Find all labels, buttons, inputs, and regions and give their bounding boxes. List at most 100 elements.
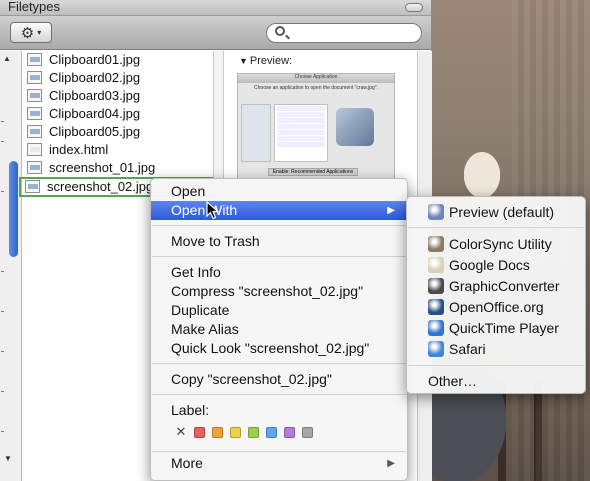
- mouse-cursor-icon: [206, 201, 220, 220]
- app-item-preview[interactable]: Preview (default): [407, 202, 585, 222]
- file-name: index.html: [49, 142, 109, 157]
- action-menu-button[interactable]: ⚙ ▾: [10, 22, 52, 43]
- label-blue-swatch[interactable]: [266, 426, 277, 438]
- list-item[interactable]: Clipboard02.jpg: [23, 69, 213, 87]
- menu-item-label: More: [171, 455, 203, 471]
- list-item[interactable]: Clipboard03.jpg: [23, 87, 213, 105]
- menu-item-get-info[interactable]: Get Info: [151, 263, 407, 282]
- scroll-down-icon[interactable]: ▼: [4, 454, 12, 463]
- preview-heading: ▼ Preview:: [239, 55, 292, 67]
- app-item-colorsync[interactable]: ColorSync Utility: [407, 234, 585, 254]
- quicktime-icon: [428, 320, 444, 336]
- app-name: Safari: [449, 341, 486, 357]
- scroll-up-icon[interactable]: ▲: [3, 54, 11, 63]
- safari-icon: [428, 341, 444, 357]
- list-item[interactable]: Clipboard05.jpg: [23, 123, 213, 141]
- file-name: Clipboard04.jpg: [49, 106, 141, 121]
- scroll-thumb[interactable]: [9, 161, 18, 257]
- chevron-down-icon: ▾: [37, 28, 42, 37]
- label-clear-icon[interactable]: ✕: [175, 424, 187, 440]
- menu-separator: [152, 225, 406, 226]
- list-item[interactable]: Clipboard01.jpg: [23, 51, 213, 69]
- app-item-safari[interactable]: Safari: [407, 339, 585, 359]
- preview-label: Preview:: [249, 55, 293, 67]
- app-name: GraphicConverter: [449, 278, 560, 294]
- app-name: Preview (default): [449, 204, 555, 220]
- label-heading: Label:: [171, 402, 210, 418]
- search-input[interactable]: [266, 23, 422, 43]
- file-name: Clipboard01.jpg: [49, 52, 141, 67]
- app-name: QuickTime Player: [449, 320, 559, 336]
- submenu-arrow-icon: ▶: [387, 458, 395, 469]
- scroll-tick: [1, 431, 4, 432]
- app-name: OpenOffice.org: [449, 299, 544, 315]
- menu-separator: [152, 363, 406, 364]
- label-red-swatch[interactable]: [194, 426, 205, 438]
- scroll-tick: [1, 391, 4, 392]
- menu-item-quick-look[interactable]: Quick Look "screenshot_02.jpg": [151, 339, 407, 358]
- menu-separator: [152, 451, 406, 452]
- menu-item-duplicate[interactable]: Duplicate: [151, 301, 407, 320]
- thumbnail-subtitle: Choose an application to open the docume…: [254, 85, 378, 91]
- app-item-openoffice[interactable]: OpenOffice.org: [407, 297, 585, 317]
- app-name: Google Docs: [449, 257, 530, 273]
- menu-separator: [152, 256, 406, 257]
- scroll-tick: [1, 191, 4, 192]
- disclosure-triangle-icon[interactable]: ▼: [239, 56, 248, 66]
- window-titlebar[interactable]: Filetypes: [0, 0, 431, 16]
- file-name: screenshot_01.jpg: [49, 160, 156, 175]
- menu-separator: [152, 394, 406, 395]
- jpg-file-icon: [27, 71, 42, 84]
- jpg-file-icon: [27, 125, 42, 138]
- label-purple-swatch[interactable]: [284, 426, 295, 438]
- colorsync-icon: [428, 236, 444, 252]
- app-item-graphicconverter[interactable]: GraphicConverter: [407, 276, 585, 296]
- label-color-picker: ✕: [175, 424, 313, 440]
- menu-item-open[interactable]: Open: [151, 182, 407, 201]
- app-name: ColorSync Utility: [449, 236, 552, 252]
- menu-item-more[interactable]: More ▶: [151, 454, 407, 473]
- app-item-other[interactable]: Other…: [407, 371, 585, 391]
- menu-item-copy[interactable]: Copy "screenshot_02.jpg": [151, 370, 407, 389]
- menu-item-move-to-trash[interactable]: Move to Trash: [151, 232, 407, 251]
- google-docs-icon: [428, 257, 444, 273]
- menu-item-label: Open With: [171, 202, 238, 218]
- app-item-quicktime[interactable]: QuickTime Player: [407, 318, 585, 338]
- thumbnail-enable-bar: Enable: Recommended Applications: [268, 168, 358, 176]
- thumbnail-list: [274, 104, 328, 162]
- menu-separator: [408, 227, 584, 228]
- jpg-file-icon: [27, 161, 42, 174]
- jpg-file-icon: [27, 53, 42, 66]
- sidebar-scrollbar[interactable]: ▲: [0, 51, 22, 481]
- list-item[interactable]: index.html: [23, 141, 213, 159]
- scroll-tick: [1, 351, 4, 352]
- scroll-tick: [1, 271, 4, 272]
- label-yellow-swatch[interactable]: [230, 426, 241, 438]
- submenu-arrow-icon: ▶: [387, 205, 395, 216]
- app-item-google-docs[interactable]: Google Docs: [407, 255, 585, 275]
- menu-item-open-with[interactable]: Open With ▶: [151, 201, 407, 220]
- list-item[interactable]: screenshot_01.jpg: [23, 159, 213, 177]
- context-menu: Open Open With ▶ Move to Trash Get Info …: [150, 178, 408, 481]
- label-green-swatch[interactable]: [248, 426, 259, 438]
- label-gray-swatch[interactable]: [302, 426, 313, 438]
- gear-icon: ⚙: [20, 24, 35, 42]
- toolbar-toggle-button[interactable]: [405, 3, 423, 12]
- thumbnail-title: Choose Application: [238, 74, 394, 83]
- scroll-tick: [1, 311, 4, 312]
- graphicconverter-icon: [428, 278, 444, 294]
- jpg-file-icon: [27, 89, 42, 102]
- preview-thumbnail: Choose Application Choose an application…: [237, 73, 395, 183]
- file-name: screenshot_02.jpg: [47, 179, 154, 194]
- menu-item-compress[interactable]: Compress "screenshot_02.jpg": [151, 282, 407, 301]
- jpg-file-icon: [27, 107, 42, 120]
- menu-item-make-alias[interactable]: Make Alias: [151, 320, 407, 339]
- scroll-tick: [1, 141, 4, 142]
- scroll-tick: [1, 121, 4, 122]
- thumbnail-sidebar: [241, 104, 271, 162]
- label-orange-swatch[interactable]: [212, 426, 223, 438]
- open-with-submenu: Preview (default) ColorSync Utility Goog…: [406, 196, 586, 394]
- list-item[interactable]: Clipboard04.jpg: [23, 105, 213, 123]
- window-title: Filetypes: [8, 0, 61, 14]
- jpg-file-icon: [25, 180, 40, 193]
